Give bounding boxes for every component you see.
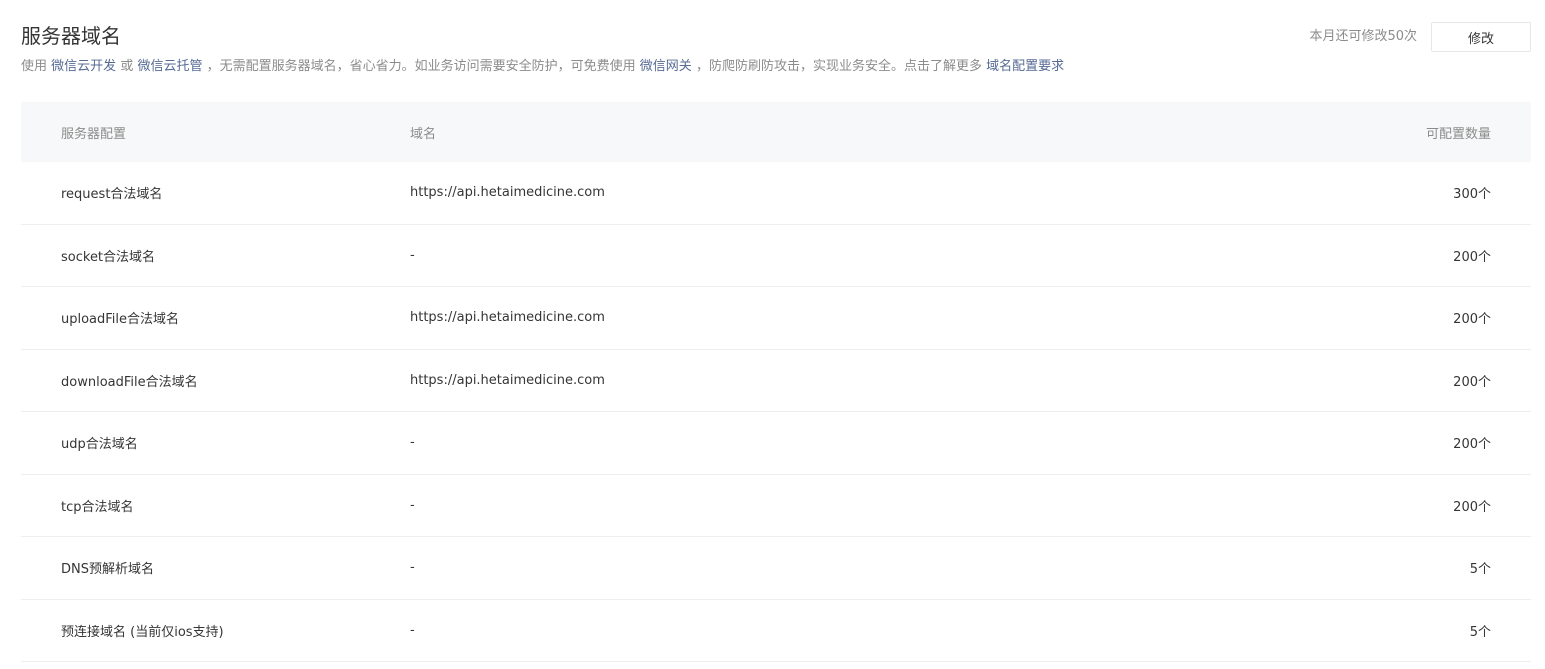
row-config-label: 预连接域名 (当前仅ios支持) <box>61 624 224 640</box>
row-count-value: 200个 <box>1453 499 1491 515</box>
row-domain-value: https://api.hetaimedicine.com <box>410 185 605 201</box>
table-row-udp: udp合法域名 - 200个 <box>21 412 1531 475</box>
page-title: 服务器域名 <box>21 24 121 48</box>
table-row-request: request合法域名 https://api.hetaimedicine.co… <box>21 162 1531 225</box>
row-domain-value: https://api.hetaimedicine.com <box>410 310 605 326</box>
row-config-label: socket合法域名 <box>61 249 156 265</box>
row-domain-value: - <box>410 435 415 451</box>
edit-button[interactable]: 修改 <box>1431 22 1531 52</box>
description-or: 或 <box>120 59 134 74</box>
wechat-gateway-link[interactable]: 微信网关 <box>640 59 692 74</box>
row-count-value: 200个 <box>1453 312 1491 328</box>
row-config-label: tcp合法域名 <box>61 499 134 515</box>
row-count-value: 300个 <box>1453 187 1491 203</box>
row-domain-value: - <box>410 247 415 263</box>
row-domain-value: - <box>410 622 415 638</box>
table-header-row: 服务器配置 域名 可配置数量 <box>21 102 1531 162</box>
row-count-value: 5个 <box>1469 624 1491 640</box>
table-row-preconnect: 预连接域名 (当前仅ios支持) - 5个 <box>21 600 1531 662</box>
column-header-domain: 域名 <box>410 126 437 142</box>
row-domain-value: - <box>410 497 415 513</box>
table-row-socket: socket合法域名 - 200个 <box>21 225 1531 287</box>
row-config-label: udp合法域名 <box>61 437 138 453</box>
row-count-value: 5个 <box>1469 562 1491 578</box>
description-suffix: ，防爬防刷防攻击，实现业务安全。点击了解更多 <box>695 59 982 74</box>
page-description: 使用 微信云开发 或 微信云托管 ，无需配置服务器域名，省心省力。如业务访问需要… <box>21 58 1064 76</box>
row-count-value: 200个 <box>1453 374 1491 390</box>
table-row-tcp: tcp合法域名 - 200个 <box>21 475 1531 537</box>
column-header-config: 服务器配置 <box>61 126 127 142</box>
row-config-label: downloadFile合法域名 <box>61 374 198 390</box>
row-config-label: request合法域名 <box>61 187 163 203</box>
cloud-hosting-link[interactable]: 微信云托管 <box>137 59 202 74</box>
server-config-table: 服务器配置 域名 可配置数量 request合法域名 https://api.h… <box>21 102 1531 662</box>
column-header-count: 可配置数量 <box>1425 126 1491 142</box>
description-middle: ，无需配置服务器域名，省心省力。如业务访问需要安全防护，可免费使用 <box>206 59 636 74</box>
row-config-label: uploadFile合法域名 <box>61 312 180 328</box>
table-row-downloadfile: downloadFile合法域名 https://api.hetaimedici… <box>21 350 1531 412</box>
row-domain-value: https://api.hetaimedicine.com <box>410 372 605 388</box>
cloud-dev-link[interactable]: 微信云开发 <box>51 59 116 74</box>
row-count-value: 200个 <box>1453 437 1491 453</box>
domain-requirements-link[interactable]: 域名配置要求 <box>986 59 1064 74</box>
server-domain-header: 服务器域名 使用 微信云开发 或 微信云托管 ，无需配置服务器域名，省心省力。如… <box>21 22 1531 82</box>
table-row-dns-prefetch: DNS预解析域名 - 5个 <box>21 537 1531 600</box>
row-domain-value: - <box>410 560 415 576</box>
row-count-value: 200个 <box>1453 249 1491 265</box>
description-prefix: 使用 <box>21 59 48 74</box>
table-row-uploadfile: uploadFile合法域名 https://api.hetaimedicine… <box>21 287 1531 350</box>
modify-quota-text: 本月还可修改50次 <box>1309 29 1417 44</box>
row-config-label: DNS预解析域名 <box>61 562 154 578</box>
